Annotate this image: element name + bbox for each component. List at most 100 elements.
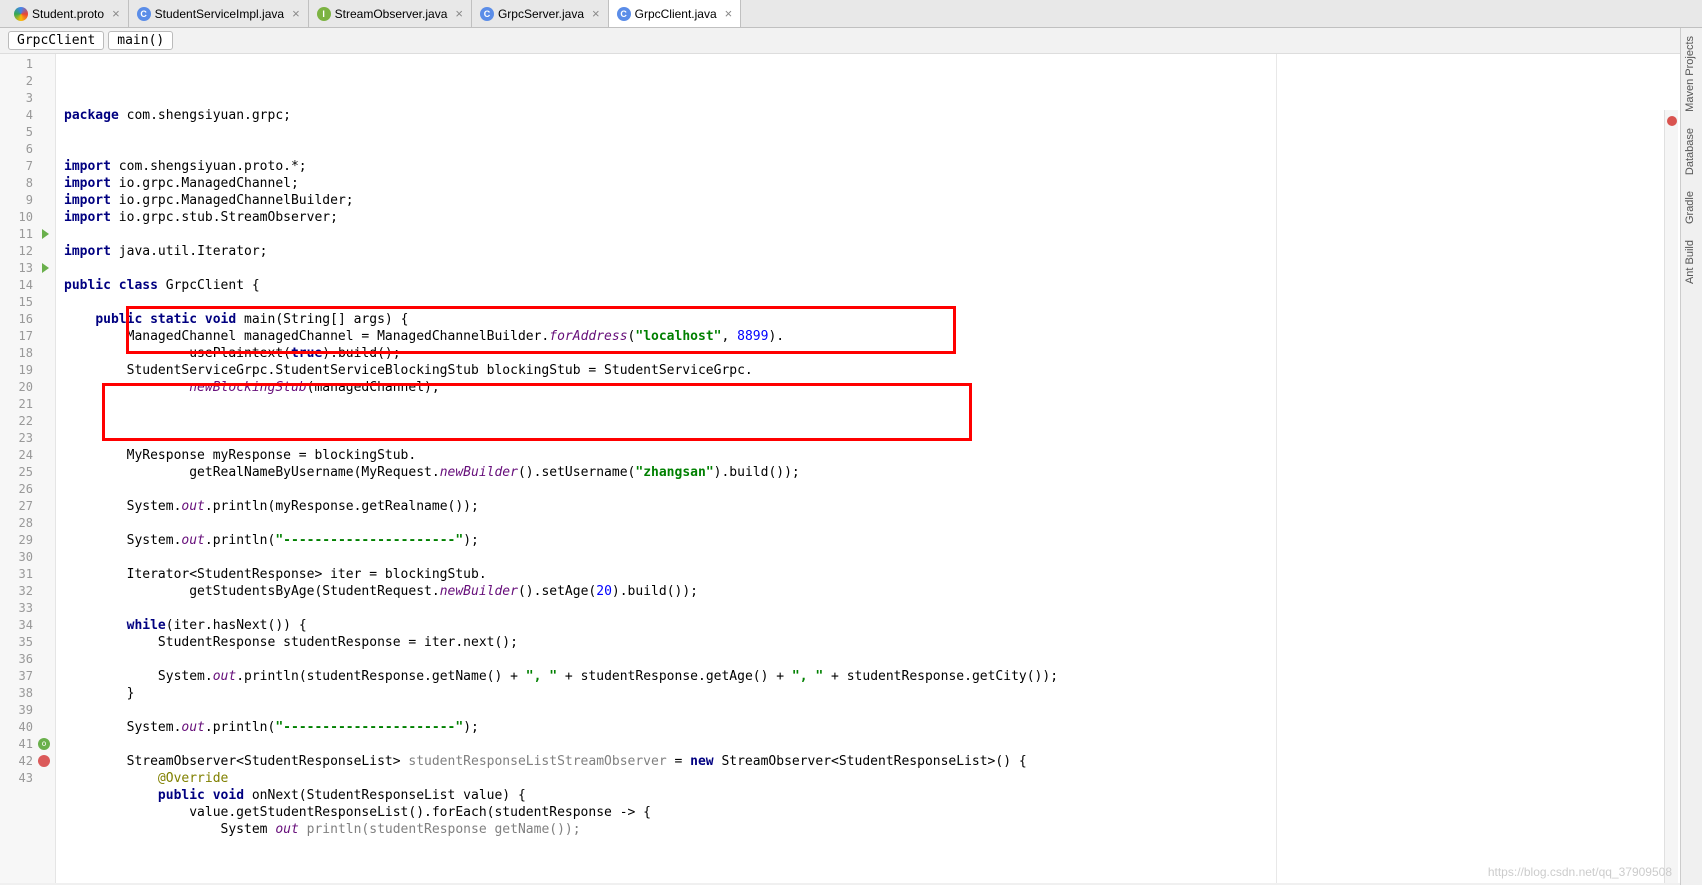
line-number[interactable]: 37 (0, 668, 51, 685)
line-number[interactable]: 20 (0, 379, 51, 396)
line-number[interactable]: 16 (0, 311, 51, 328)
line-number[interactable]: 40 (0, 719, 51, 736)
code-line[interactable]: StudentServiceGrpc.StudentServiceBlockin… (64, 362, 1702, 379)
code-line[interactable] (64, 549, 1702, 566)
close-icon[interactable]: × (725, 6, 733, 21)
line-number[interactable]: 30 (0, 549, 51, 566)
line-number[interactable]: 13 (0, 260, 51, 277)
code-line[interactable]: System.out.println("--------------------… (64, 532, 1702, 549)
line-number[interactable]: 3 (0, 90, 51, 107)
code-line[interactable] (64, 124, 1702, 141)
code-line[interactable] (64, 413, 1702, 430)
line-number[interactable]: 39 (0, 702, 51, 719)
line-number[interactable]: 1 (0, 56, 51, 73)
breadcrumb-class[interactable]: GrpcClient (8, 31, 104, 50)
close-icon[interactable]: × (455, 6, 463, 21)
code-line[interactable]: import java.util.Iterator; (64, 243, 1702, 260)
code-line[interactable] (64, 260, 1702, 277)
code-line[interactable]: usePlaintext(true).build(); (64, 345, 1702, 362)
line-number[interactable]: 14 (0, 277, 51, 294)
code-line[interactable] (64, 515, 1702, 532)
code-line[interactable]: Iterator<StudentResponse> iter = blockin… (64, 566, 1702, 583)
close-icon[interactable]: × (112, 6, 120, 21)
line-number[interactable]: 8 (0, 175, 51, 192)
line-number[interactable]: 43 (0, 770, 51, 787)
code-line[interactable] (64, 736, 1702, 753)
line-number[interactable]: 25 (0, 464, 51, 481)
code-line[interactable]: package com.shengsiyuan.grpc; (64, 107, 1702, 124)
code-area[interactable]: package com.shengsiyuan.grpc; import com… (56, 54, 1702, 883)
code-line[interactable] (64, 702, 1702, 719)
code-line[interactable]: System.out.println(myResponse.getRealnam… (64, 498, 1702, 515)
override-gutter-icon[interactable]: o (38, 738, 50, 750)
code-line[interactable] (64, 396, 1702, 413)
line-number[interactable]: 41o (0, 736, 51, 753)
code-line[interactable]: while(iter.hasNext()) { (64, 617, 1702, 634)
code-line[interactable] (64, 141, 1702, 158)
line-number[interactable]: 19 (0, 362, 51, 379)
code-line[interactable]: System.out.println("--------------------… (64, 719, 1702, 736)
code-line[interactable]: StreamObserver<StudentResponseList> stud… (64, 753, 1702, 770)
breadcrumb-method[interactable]: main() (108, 31, 173, 50)
line-number[interactable]: 24 (0, 447, 51, 464)
tool-window-tab-gradle[interactable]: Gradle (1681, 183, 1699, 232)
line-number[interactable]: 31 (0, 566, 51, 583)
line-number[interactable]: 12 (0, 243, 51, 260)
code-line[interactable]: public static void main(String[] args) { (64, 311, 1702, 328)
line-number[interactable]: 34 (0, 617, 51, 634)
line-number[interactable]: 32 (0, 583, 51, 600)
line-number[interactable]: 23 (0, 430, 51, 447)
code-line[interactable] (64, 226, 1702, 243)
code-line[interactable]: System.out.println(studentResponse.getNa… (64, 668, 1702, 685)
line-number[interactable]: 2 (0, 73, 51, 90)
close-icon[interactable]: × (592, 6, 600, 21)
line-number[interactable]: 7 (0, 158, 51, 175)
tool-window-tab-maven-projects[interactable]: Maven Projects (1681, 28, 1699, 120)
code-line[interactable]: import io.grpc.ManagedChannelBuilder; (64, 192, 1702, 209)
close-icon[interactable]: × (292, 6, 300, 21)
run-gutter-icon[interactable] (42, 229, 49, 239)
code-line[interactable]: import io.grpc.stub.StreamObserver; (64, 209, 1702, 226)
line-number[interactable]: 11 (0, 226, 51, 243)
line-number[interactable]: 33 (0, 600, 51, 617)
line-number[interactable]: 38 (0, 685, 51, 702)
code-line[interactable]: import com.shengsiyuan.proto.*; (64, 158, 1702, 175)
line-gutter[interactable]: 1234567891011121314151617181920212223242… (0, 54, 56, 883)
line-number[interactable]: 5 (0, 124, 51, 141)
line-number[interactable]: 17 (0, 328, 51, 345)
code-line[interactable] (64, 430, 1702, 447)
line-number[interactable]: 42 (0, 753, 51, 770)
tab-streamobserver-java[interactable]: IStreamObserver.java× (309, 0, 472, 27)
line-number[interactable]: 15 (0, 294, 51, 311)
code-line[interactable]: newBlockingStub(managedChannel); (64, 379, 1702, 396)
line-number[interactable]: 27 (0, 498, 51, 515)
code-line[interactable] (64, 481, 1702, 498)
code-line[interactable] (64, 651, 1702, 668)
tab-grpcserver-java[interactable]: CGrpcServer.java× (472, 0, 609, 27)
code-line[interactable]: @Override (64, 770, 1702, 787)
error-marker-icon[interactable] (1667, 116, 1677, 126)
code-line[interactable]: getStudentsByAge(StudentRequest.newBuild… (64, 583, 1702, 600)
line-number[interactable]: 9 (0, 192, 51, 209)
line-number[interactable]: 26 (0, 481, 51, 498)
code-line[interactable]: ManagedChannel managedChannel = ManagedC… (64, 328, 1702, 345)
code-line[interactable]: MyResponse myResponse = blockingStub. (64, 447, 1702, 464)
code-line[interactable]: import io.grpc.ManagedChannel; (64, 175, 1702, 192)
error-stripe[interactable] (1664, 110, 1678, 883)
code-line[interactable]: } (64, 685, 1702, 702)
tab-student-proto[interactable]: Student.proto× (6, 0, 129, 27)
tab-grpcclient-java[interactable]: CGrpcClient.java× (609, 0, 742, 27)
code-line[interactable]: public void onNext(StudentResponseList v… (64, 787, 1702, 804)
code-line[interactable] (64, 294, 1702, 311)
line-number[interactable]: 18 (0, 345, 51, 362)
line-number[interactable]: 22 (0, 413, 51, 430)
line-number[interactable]: 21 (0, 396, 51, 413)
tool-window-tab-database[interactable]: Database (1681, 120, 1699, 183)
tab-studentserviceimpl-java[interactable]: CStudentServiceImpl.java× (129, 0, 309, 27)
breakpoint-gutter-icon[interactable] (38, 755, 50, 767)
code-line[interactable] (64, 600, 1702, 617)
code-line[interactable]: value.getStudentResponseList().forEach(s… (64, 804, 1702, 821)
line-number[interactable]: 6 (0, 141, 51, 158)
tool-window-tab-ant-build[interactable]: Ant Build (1681, 232, 1699, 292)
code-line[interactable]: System out println(studentResponse getNa… (64, 821, 1702, 838)
